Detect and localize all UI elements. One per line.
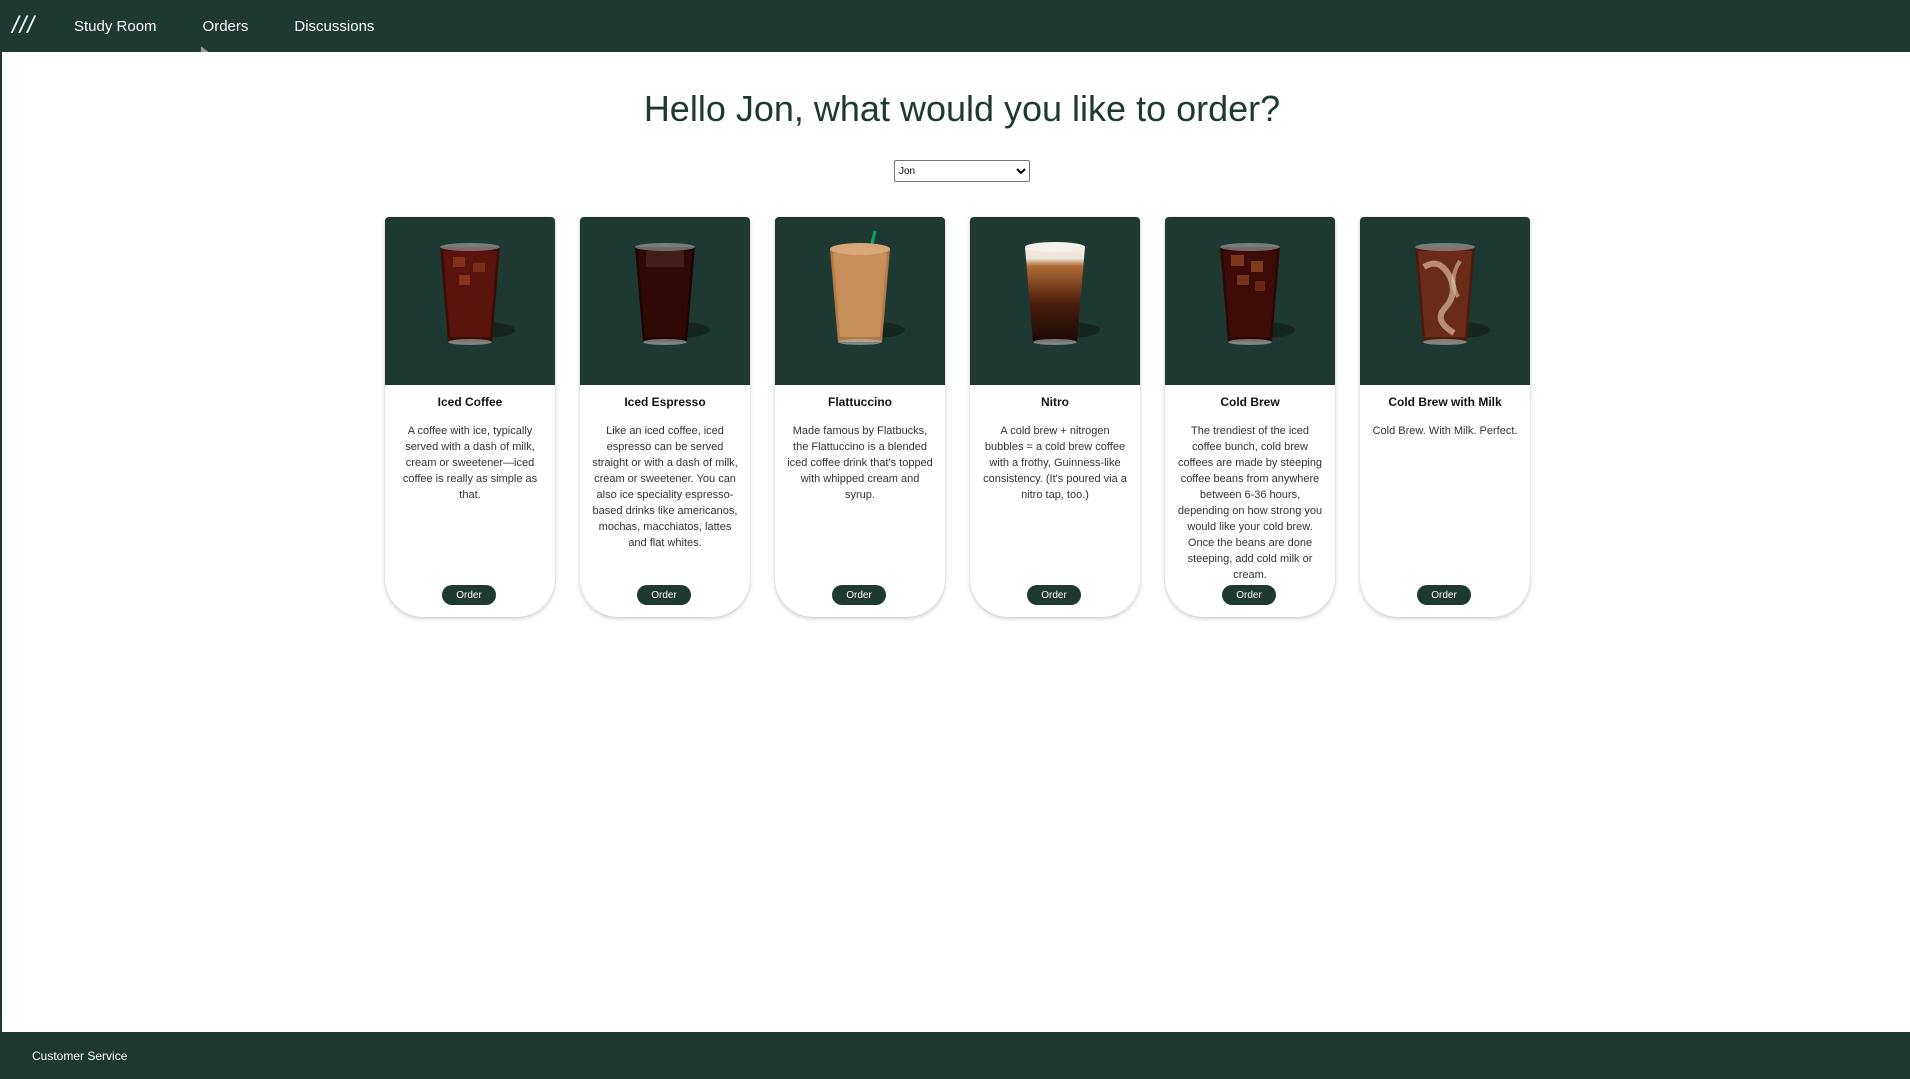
order-button-nitro[interactable]: Order (1027, 585, 1081, 605)
drink-image (970, 217, 1140, 385)
order-button-iced-espresso[interactable]: Order (637, 585, 691, 605)
footer: Customer Service (0, 1032, 1910, 1079)
cold-brew-drink-icon (1220, 243, 1295, 345)
nav-link-discussions[interactable]: Discussions (294, 18, 374, 35)
nav-link-orders[interactable]: Orders (203, 18, 249, 35)
drink-image (385, 217, 555, 385)
order-button-cold-brew[interactable]: Order (1222, 585, 1276, 605)
drink-name: Iced Coffee (437, 395, 503, 409)
drink-name: Cold Brew with Milk (1388, 395, 1502, 409)
iced-coffee-drink-icon (440, 243, 515, 345)
drink-description: A coffee with ice, typically served with… (402, 425, 538, 501)
drink-description: Like an iced coffee, iced espresso can b… (592, 425, 738, 549)
drink-name: Nitro (1041, 395, 1069, 409)
drink-card-iced-coffee: Iced Coffee A coffee with ice, typically… (385, 217, 555, 617)
flattuccino-drink-icon (830, 230, 905, 345)
drink-cards: Iced Coffee A coffee with ice, typically… (385, 217, 1530, 617)
drink-description: Cold Brew. With Milk. Perfect. (1372, 425, 1518, 437)
drink-card-nitro: Nitro A cold brew + nitrogen bubbles = a… (970, 217, 1140, 617)
drink-card-cold-brew-with-milk: Cold Brew with Milk Cold Brew. With Milk… (1360, 217, 1530, 617)
customer-service-link[interactable]: Customer Service (32, 1049, 127, 1063)
drink-image (775, 217, 945, 385)
drink-name: Iced Espresso (624, 395, 706, 409)
drink-image (580, 217, 750, 385)
drink-name: Flattuccino (827, 395, 892, 409)
drink-card-flattuccino: Flattuccino Made famous by Flatbucks, th… (775, 217, 945, 617)
drink-card-cold-brew: Cold Brew The trendiest of the iced coff… (1165, 217, 1335, 617)
logo[interactable]: /// (12, 12, 52, 40)
drink-description: A cold brew + nitrogen bubbles = a cold … (983, 425, 1127, 501)
cold-brew-milk-drink-icon (1415, 243, 1490, 345)
nav-link-study-room[interactable]: Study Room (74, 18, 157, 35)
drink-image (1165, 217, 1335, 385)
main-content: Hello Jon, what would you like to order?… (2, 52, 1908, 1032)
drink-description: Made famous by Flatbucks, the Flattuccin… (787, 425, 933, 501)
drink-image (1360, 217, 1530, 385)
iced-espresso-drink-icon (635, 243, 710, 345)
order-button-cold-brew-with-milk[interactable]: Order (1417, 585, 1471, 605)
drink-card-iced-espresso: Iced Espresso Like an iced coffee, iced … (580, 217, 750, 617)
order-button-iced-coffee[interactable]: Order (442, 585, 496, 605)
top-navbar: /// Study Room Orders Discussions (0, 0, 1910, 52)
nitro-drink-icon (1025, 242, 1100, 345)
user-select[interactable]: Jon (894, 160, 1030, 182)
drink-description: The trendiest of the iced coffee bunch, … (1177, 425, 1323, 581)
page-title: Hello Jon, what would you like to order? (643, 88, 1281, 129)
user-select-wrapper: Jon (894, 160, 1030, 182)
order-button-flattuccino[interactable]: Order (832, 585, 886, 605)
drink-name: Cold Brew (1220, 395, 1280, 409)
